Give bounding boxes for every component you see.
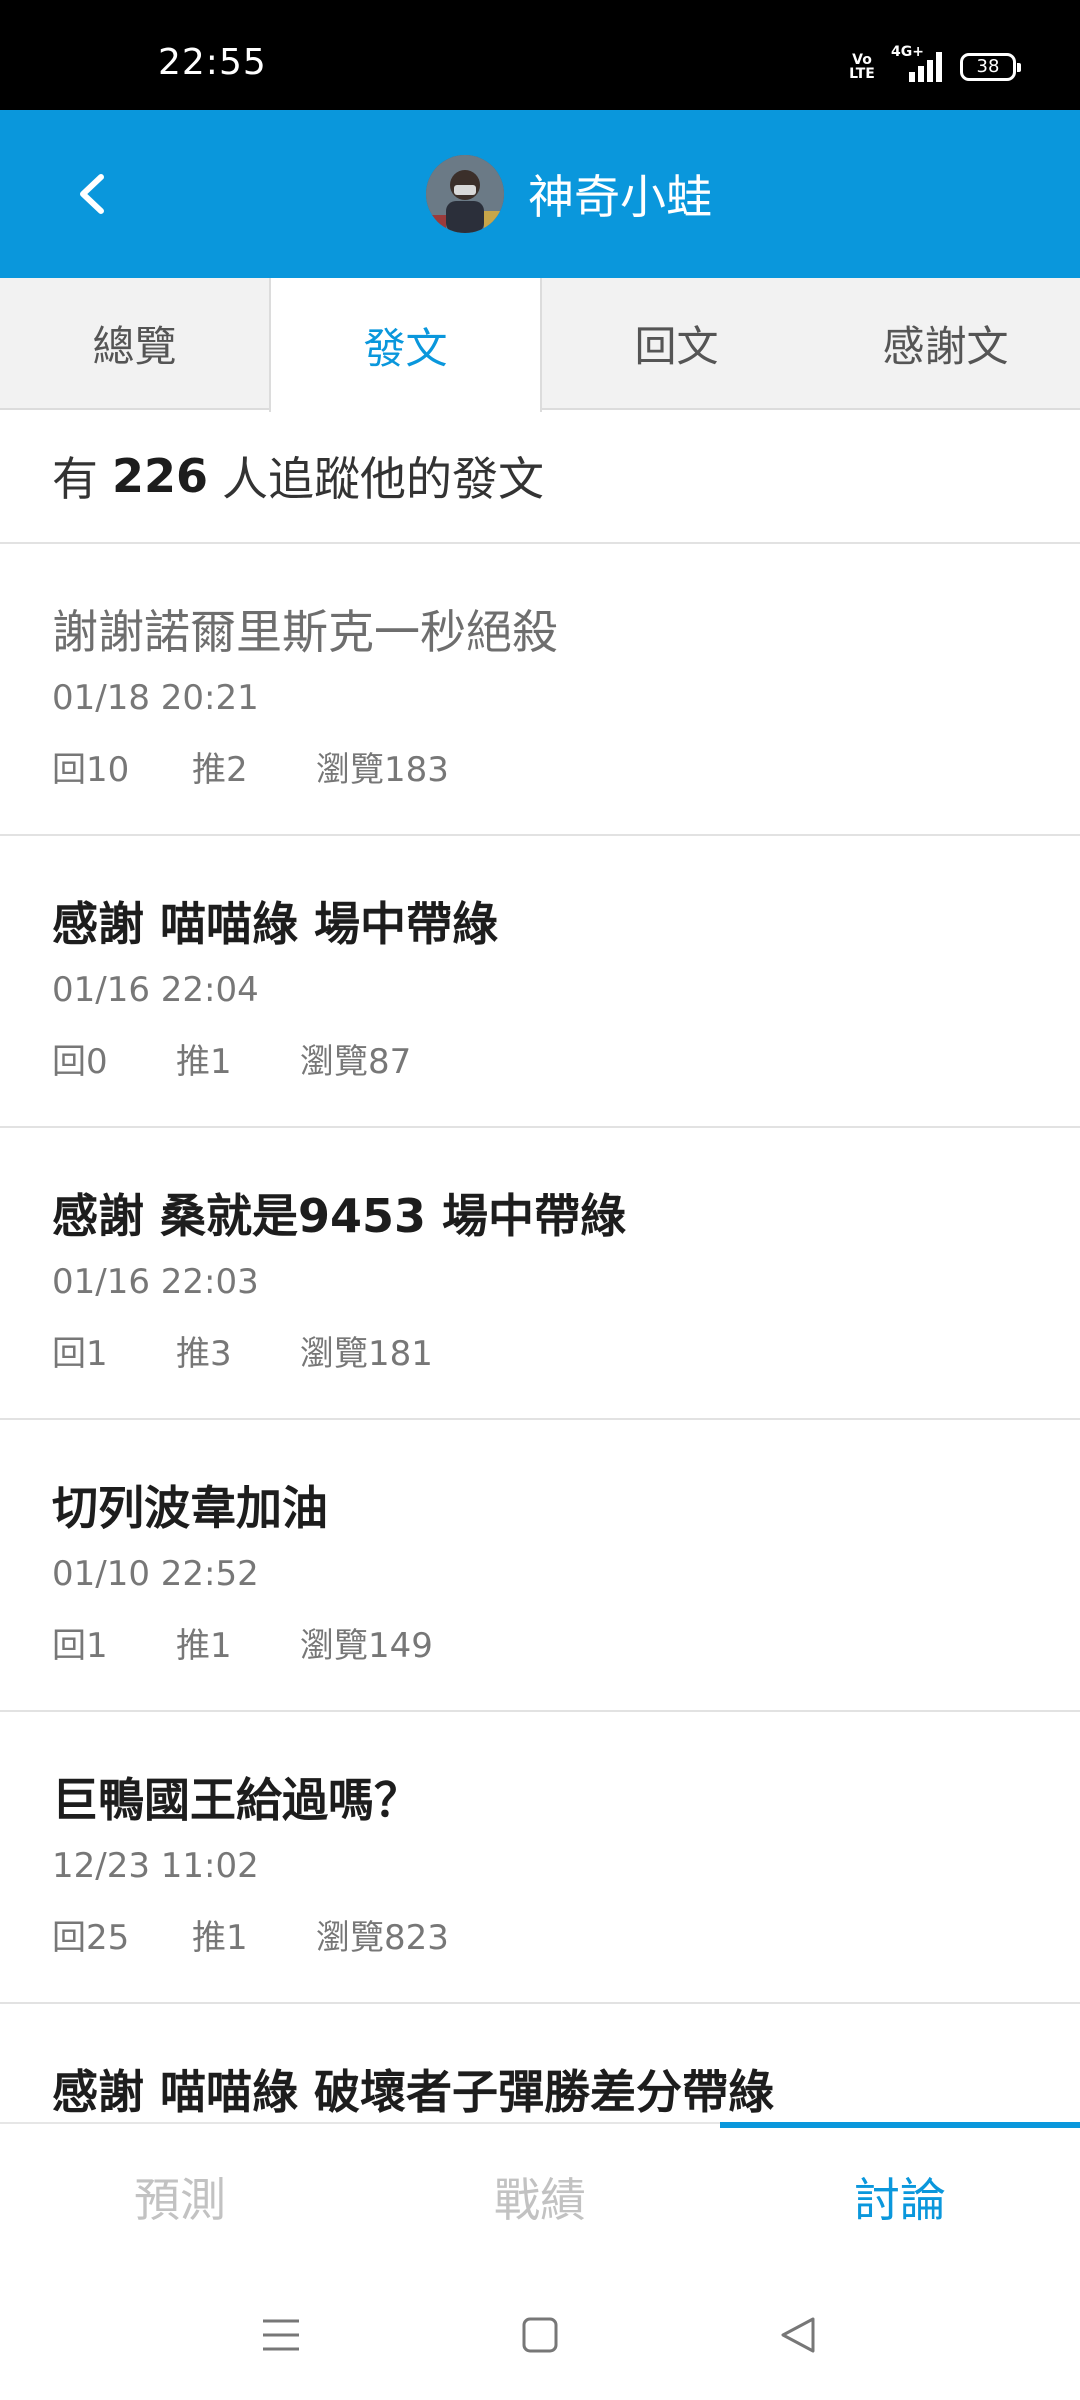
- reply-count: 回0: [52, 1042, 108, 1082]
- reply-count: 回10: [52, 750, 130, 790]
- post-stats: 回0 推1 瀏覽87: [52, 1034, 411, 1083]
- list-item[interactable]: 切列波韋加油 01/10 22:52 回1 推1 瀏覽149: [0, 1420, 1080, 1712]
- signal-icon: 4G+: [891, 44, 942, 82]
- view-count: 瀏覽149: [300, 1626, 433, 1666]
- post-title[interactable]: 巨鴨國王給過嗎？: [52, 1764, 420, 1830]
- reply-count: 回1: [52, 1334, 108, 1374]
- view-count: 瀏覽181: [300, 1334, 433, 1374]
- nav-discussion[interactable]: 討論: [720, 2122, 1080, 2270]
- tab-overview[interactable]: 總覽: [0, 278, 269, 408]
- nav-record[interactable]: 戰績: [360, 2124, 720, 2270]
- post-stats: 回25 推1 瀏覽823: [52, 1910, 449, 1959]
- push-count: 推2: [192, 750, 248, 790]
- system-back-button[interactable]: [763, 2300, 833, 2370]
- view-count: 瀏覽823: [316, 1918, 449, 1958]
- list-item[interactable]: 巨鴨國王給過嗎？ 12/23 11:02 回25 推1 瀏覽823: [0, 1712, 1080, 2004]
- tab-thanks[interactable]: 感謝文: [811, 278, 1080, 408]
- avatar[interactable]: [426, 155, 504, 233]
- list-item[interactable]: 謝謝諾爾里斯克一秒絕殺 01/18 20:21 回10 推2 瀏覽183: [0, 544, 1080, 836]
- home-square-icon: [522, 2317, 558, 2353]
- post-date: 01/18 20:21: [52, 678, 259, 718]
- post-title[interactable]: 謝謝諾爾里斯克一秒絕殺: [52, 596, 558, 662]
- page-title: 神奇小蛙: [528, 170, 712, 224]
- battery-icon: 38: [960, 53, 1021, 81]
- post-title[interactable]: 感謝 喵喵綠 場中帶綠: [52, 888, 498, 954]
- post-title[interactable]: 切列波韋加油: [52, 1472, 328, 1538]
- post-title[interactable]: 感謝 桑就是9453 場中帶綠: [52, 1180, 626, 1246]
- nav-predict[interactable]: 預測: [0, 2124, 360, 2270]
- reply-count: 回25: [52, 1918, 130, 1958]
- back-button[interactable]: [52, 154, 132, 234]
- push-count: 推1: [176, 1042, 232, 1082]
- status-time: 22:55: [158, 42, 267, 83]
- push-count: 推3: [176, 1334, 232, 1374]
- menu-button[interactable]: [246, 2300, 316, 2370]
- back-triangle-icon: [781, 2317, 815, 2353]
- tab-replies[interactable]: 回文: [542, 278, 811, 408]
- post-date: 12/23 11:02: [52, 1846, 259, 1886]
- post-stats: 回10 推2 瀏覽183: [52, 742, 449, 791]
- post-date: 01/10 22:52: [52, 1554, 259, 1594]
- system-nav: [0, 2270, 1080, 2400]
- post-title[interactable]: 感謝 喵喵綠 破壞者子彈勝差分帶綠: [52, 2056, 774, 2122]
- reply-count: 回1: [52, 1626, 108, 1666]
- tab-posts[interactable]: 發文: [269, 278, 542, 412]
- bottom-nav: 預測 戰績 討論: [0, 2122, 1080, 2270]
- follower-summary: 有 226 人追蹤他的發文: [0, 410, 1080, 544]
- post-list: 謝謝諾爾里斯克一秒絕殺 01/18 20:21 回10 推2 瀏覽183 感謝 …: [0, 544, 1080, 2296]
- push-count: 推1: [192, 1918, 248, 1958]
- battery-level: 38: [976, 56, 1000, 77]
- network-type: 4G+: [891, 44, 924, 60]
- list-item[interactable]: 感謝 桑就是9453 場中帶綠 01/16 22:03 回1 推3 瀏覽181: [0, 1128, 1080, 1420]
- post-stats: 回1 推1 瀏覽149: [52, 1618, 433, 1667]
- post-stats: 回1 推3 瀏覽181: [52, 1326, 433, 1375]
- follower-suffix: 人追蹤他的發文: [222, 452, 545, 506]
- status-icons: Vo LTE 4G+ 38: [849, 44, 1021, 88]
- volte-icon: Vo LTE: [849, 52, 875, 82]
- profile-tabs: 總覽 發文 回文 感謝文: [0, 278, 1080, 412]
- view-count: 瀏覽87: [300, 1042, 412, 1082]
- header-user[interactable]: 神奇小蛙: [426, 154, 712, 234]
- post-date: 01/16 22:03: [52, 1262, 259, 1302]
- view-count: 瀏覽183: [316, 750, 449, 790]
- status-bar: 22:55 Vo LTE 4G+ 38: [0, 0, 1080, 110]
- post-date: 01/16 22:04: [52, 970, 259, 1010]
- list-item[interactable]: 感謝 喵喵綠 場中帶綠 01/16 22:04 回0 推1 瀏覽87: [0, 836, 1080, 1128]
- home-button[interactable]: [505, 2300, 575, 2370]
- app-header: 神奇小蛙: [0, 110, 1080, 278]
- follower-prefix: 有: [52, 452, 98, 506]
- push-count: 推1: [176, 1626, 232, 1666]
- menu-icon: [263, 2319, 299, 2351]
- chevron-left-icon: [80, 174, 104, 214]
- follower-count: 226: [112, 449, 209, 503]
